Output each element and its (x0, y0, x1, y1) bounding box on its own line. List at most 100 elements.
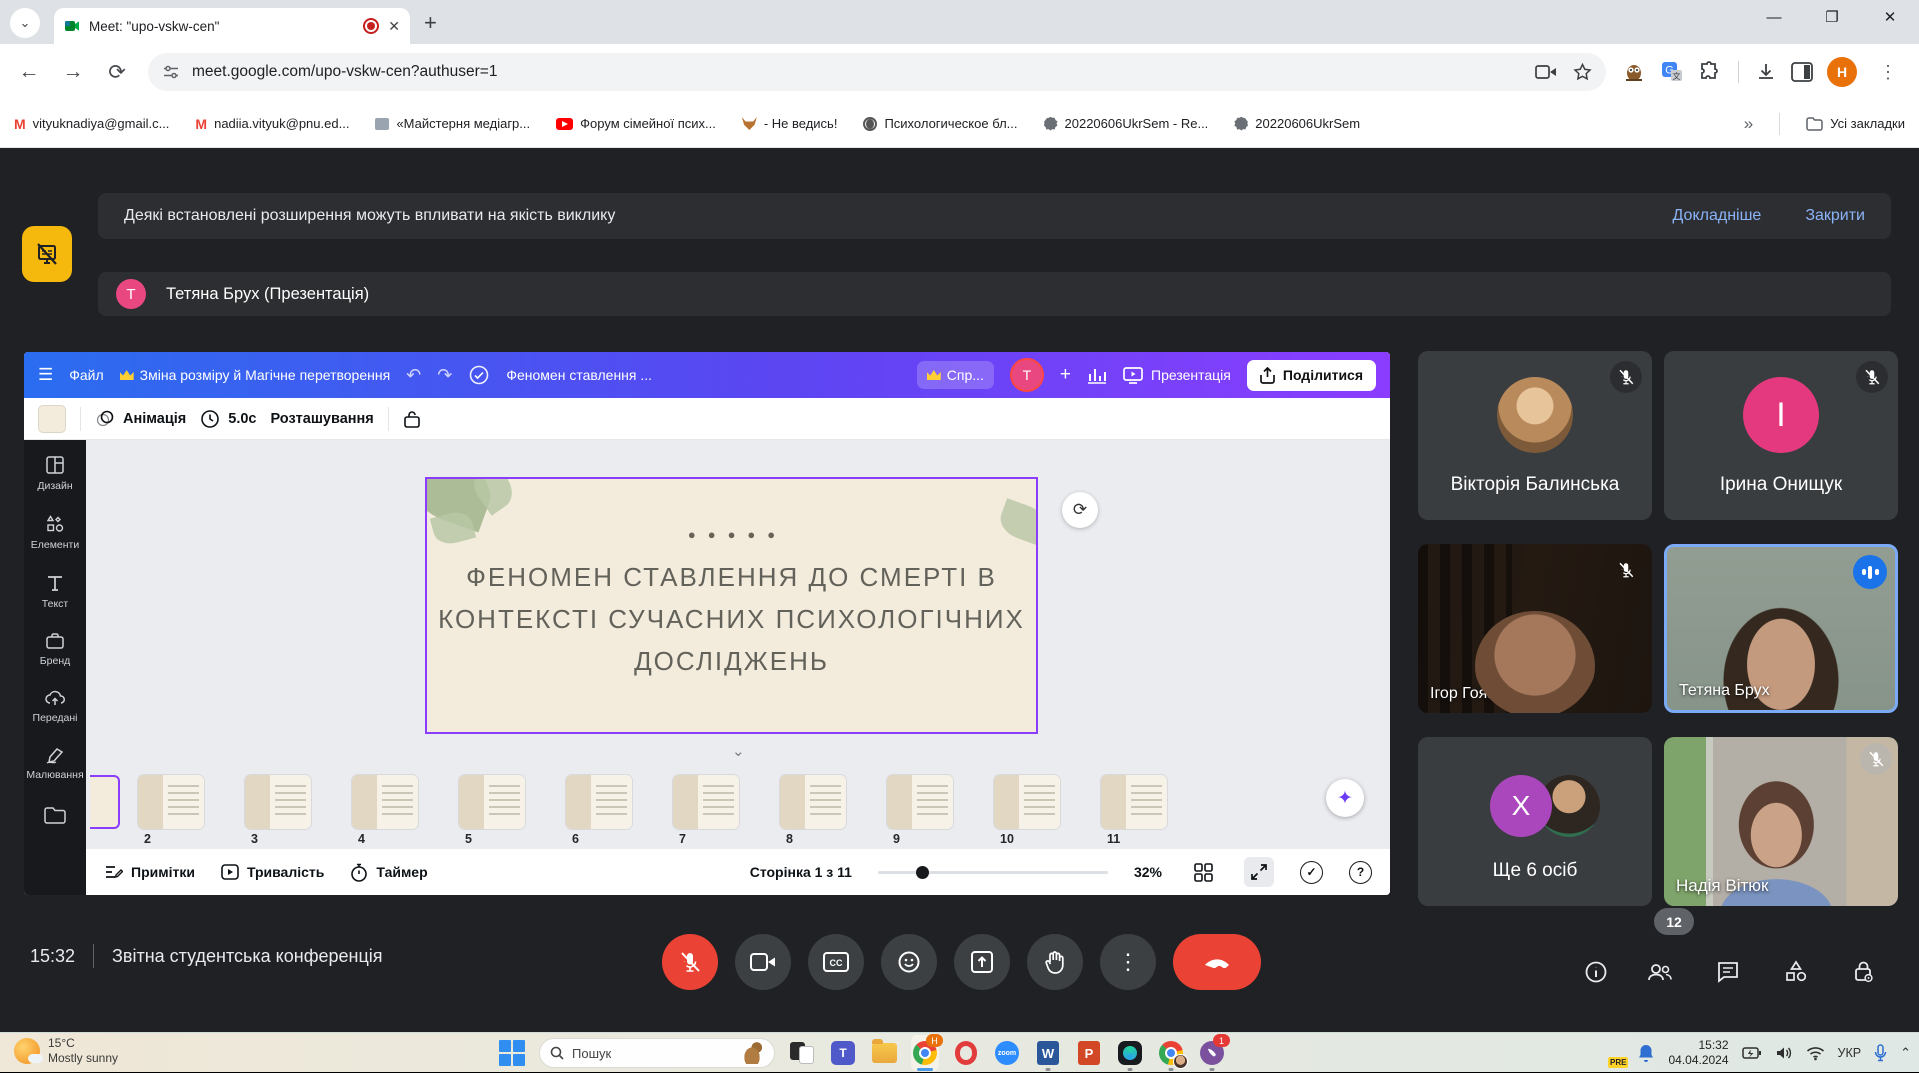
canva-share-button[interactable]: Поділитися (1247, 360, 1376, 391)
participant-tile-tetiana[interactable]: Тетяна Брух (1664, 544, 1898, 713)
webex-app-icon[interactable] (1116, 1035, 1144, 1071)
sidebar-item-design[interactable]: Дизайн (37, 454, 72, 492)
raise-hand-button[interactable] (1027, 934, 1083, 990)
canva-menu-icon[interactable]: ☰ (38, 365, 53, 385)
canva-invite-icon[interactable]: + (1060, 364, 1071, 386)
chrome-active-app-icon[interactable]: H (911, 1035, 939, 1071)
slide-thumbnail[interactable] (138, 775, 204, 829)
participant-tile-iryna[interactable]: І Ірина Онищук (1664, 351, 1898, 520)
canva-account-avatar[interactable]: T (1010, 358, 1044, 392)
browser-menu-icon[interactable]: ⋮ (1871, 62, 1905, 83)
timer-button[interactable]: Таймер (350, 863, 427, 882)
animate-button[interactable]: Анімація (95, 409, 186, 429)
forward-button[interactable]: → (54, 53, 92, 91)
extensions-puzzle-icon[interactable] (1698, 60, 1722, 84)
filmstrip-cell[interactable]: 8 (780, 775, 846, 829)
reload-button[interactable]: ⟳ (98, 53, 136, 91)
position-button[interactable]: Розташування (271, 411, 374, 427)
bookmark-item[interactable]: Психологическое бл... (863, 116, 1017, 131)
browser-profile-avatar[interactable]: H (1827, 57, 1857, 87)
sidebar-item-projects[interactable] (43, 806, 67, 825)
viber-app-icon[interactable]: 1 (1198, 1035, 1226, 1071)
word-app-icon[interactable]: W (1034, 1035, 1062, 1071)
duration-button[interactable]: 5.0с (200, 409, 256, 429)
banner-more-link[interactable]: Докладніше (1673, 207, 1762, 225)
fullscreen-button[interactable] (1244, 857, 1274, 887)
insights-chart-icon[interactable] (1087, 366, 1107, 384)
camera-permission-icon[interactable] (1535, 64, 1557, 80)
slide-thumbnail[interactable] (1101, 775, 1167, 829)
window-maximize-button[interactable]: ❐ (1803, 0, 1861, 34)
tab-search-button[interactable]: ⌄ (10, 8, 40, 38)
canva-upgrade-button[interactable]: Спр... (917, 361, 994, 389)
teams-app-icon[interactable]: T (829, 1035, 857, 1071)
filmstrip-cell[interactable]: 7 (673, 775, 739, 829)
filmstrip-cell[interactable]: 4 (352, 775, 418, 829)
more-options-button[interactable]: ⋮ (1100, 934, 1156, 990)
participant-tile-nadiia[interactable]: Надія Вітюк (1664, 737, 1898, 906)
activities-button[interactable] (1768, 944, 1824, 1000)
filmstrip-cell[interactable]: 6 (566, 775, 632, 829)
window-close-button[interactable]: ✕ (1861, 0, 1919, 34)
banner-close-link[interactable]: Закрити (1805, 207, 1865, 225)
bookmark-item[interactable]: Mnadiia.vityuk@pnu.ed... (195, 116, 349, 132)
filmstrip-cell[interactable]: 9 (887, 775, 953, 829)
new-tab-button[interactable]: + (424, 10, 437, 36)
notes-button[interactable]: Примітки (104, 864, 195, 881)
more-people-tile[interactable]: X Ще 6 осіб (1418, 737, 1652, 906)
language-indicator[interactable]: УКР (1838, 1046, 1862, 1060)
task-view-button[interactable] (788, 1035, 816, 1071)
filmstrip-cell[interactable]: 3 (245, 775, 311, 829)
participant-tile-viktoriia[interactable]: Вікторія Балинська (1418, 351, 1652, 520)
help-button[interactable]: ? (1349, 861, 1372, 884)
meeting-details-button[interactable] (1568, 944, 1624, 1000)
notifications-bell-icon[interactable] (1637, 1043, 1655, 1063)
site-settings-icon[interactable] (162, 63, 180, 81)
background-color-swatch[interactable] (38, 405, 66, 433)
slide-thumbnail[interactable] (352, 775, 418, 829)
reactions-button[interactable] (881, 934, 937, 990)
tab-close-icon[interactable]: ✕ (388, 18, 400, 35)
canva-present-button[interactable]: Презентація (1123, 367, 1231, 384)
collapse-chevron-icon[interactable]: ⌄ (732, 742, 745, 760)
downloads-icon[interactable] (1755, 61, 1777, 83)
taskbar-clock[interactable]: 15:32 04.04.2024 (1668, 1038, 1728, 1068)
tray-chevron-icon[interactable]: ⌃ (1900, 1045, 1911, 1061)
bookmark-item[interactable]: Форум сімейної псих... (556, 116, 716, 131)
canva-file-menu[interactable]: Файл (69, 367, 103, 383)
status-check-icon[interactable]: ✓ (1300, 861, 1323, 884)
slide-thumbnail[interactable] (780, 775, 846, 829)
slide-thumbnail[interactable] (459, 775, 525, 829)
show-people-button[interactable] (1632, 944, 1688, 1000)
start-button[interactable] (498, 1035, 526, 1071)
host-controls-button[interactable] (1836, 944, 1892, 1000)
sidebar-item-text[interactable]: Текст (42, 572, 68, 610)
grid-view-button[interactable] (1188, 857, 1218, 887)
sidebar-item-draw[interactable]: Малювання (26, 745, 83, 781)
lock-icon[interactable] (403, 409, 421, 429)
tray-mic-icon[interactable] (1874, 1044, 1887, 1063)
bookmark-item[interactable]: 20220606UkrSem - Re... (1044, 116, 1209, 131)
slide-1[interactable]: ●●●●● ФЕНОМЕН СТАВЛЕННЯ ДО СМЕРТІ В КОНТ… (425, 477, 1038, 734)
undo-icon[interactable]: ↶ (406, 365, 421, 386)
zoom-slider-knob[interactable] (916, 866, 929, 879)
zoom-slider[interactable] (878, 871, 1108, 874)
canva-doc-title[interactable]: Феномен ставлення ... (506, 367, 652, 383)
canva-resize-menu[interactable]: Зміна розміру й Магічне перетворення (120, 367, 391, 383)
end-call-button[interactable] (1173, 934, 1261, 990)
preview-app-icon[interactable]: PRE (1598, 1040, 1624, 1066)
side-panel-icon[interactable] (1791, 62, 1813, 82)
wifi-icon[interactable] (1806, 1046, 1825, 1061)
file-explorer-icon[interactable] (870, 1035, 898, 1071)
bookmark-item[interactable]: Mvityuknadiya@gmail.c... (14, 116, 169, 132)
bookmark-item[interactable]: 20220606UkrSem (1234, 116, 1360, 131)
slide-thumbnail[interactable] (245, 775, 311, 829)
bookmark-item[interactable]: - Не ведись! (742, 116, 838, 131)
sidebar-item-uploads[interactable]: Передані (33, 688, 78, 724)
back-button[interactable]: ← (10, 53, 48, 91)
zoom-app-icon[interactable]: zoom (993, 1035, 1021, 1071)
filmstrip-thumb-selected[interactable] (90, 775, 120, 829)
slide-thumbnail[interactable] (887, 775, 953, 829)
chat-button[interactable] (1700, 944, 1756, 1000)
camera-toggle-button[interactable] (735, 934, 791, 990)
